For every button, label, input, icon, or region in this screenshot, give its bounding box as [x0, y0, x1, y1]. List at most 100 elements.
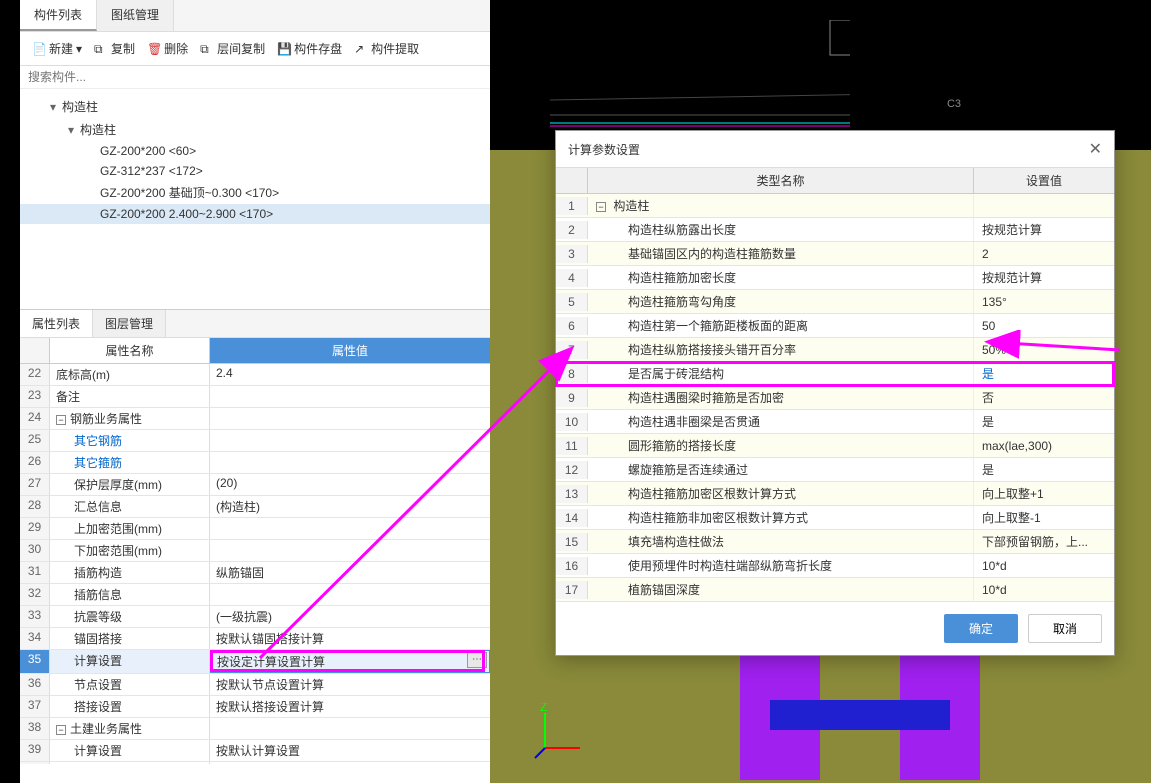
param-row[interactable]: 6构造柱第一个箍筋距楼板面的距离50 [556, 314, 1114, 338]
param-value[interactable]: 向上取整+1 [974, 482, 1114, 505]
param-row[interactable]: 3基础锚固区内的构造柱箍筋数量2 [556, 242, 1114, 266]
property-value[interactable] [210, 718, 490, 739]
dialog-grid-body[interactable]: 1− 构造柱2构造柱纵筋露出长度按规范计算3基础锚固区内的构造柱箍筋数量24构造… [556, 194, 1114, 602]
param-value[interactable]: 是 [974, 410, 1114, 433]
expand-icon[interactable]: − [56, 725, 66, 735]
param-row[interactable]: 17植筋锚固深度10*d [556, 578, 1114, 602]
tree-leaf[interactable]: GZ-200*200 基础顶~0.300 <170> [20, 181, 490, 204]
tab-layer-mgmt[interactable]: 图层管理 [93, 310, 166, 337]
property-row[interactable]: 37搭接设置按默认搭接设置计算 [20, 696, 490, 718]
tree-root[interactable]: ▾构造柱 [20, 95, 490, 118]
param-row[interactable]: 14构造柱箍筋非加密区根数计算方式向上取整-1 [556, 506, 1114, 530]
param-value[interactable]: 2 [974, 244, 1114, 264]
property-row[interactable]: 32插筋信息 [20, 584, 490, 606]
tab-properties[interactable]: 属性列表 [20, 310, 93, 337]
param-value[interactable]: 否 [974, 386, 1114, 409]
param-row[interactable]: 1− 构造柱 [556, 194, 1114, 218]
cancel-button[interactable]: 取消 [1028, 614, 1102, 643]
property-row[interactable]: 40计算规则按默认计算规则 [20, 762, 490, 764]
property-value[interactable] [210, 430, 490, 451]
param-value[interactable]: max(lae,300) [974, 436, 1114, 456]
property-row[interactable]: 31插筋构造纵筋锚固 [20, 562, 490, 584]
property-row[interactable]: 28汇总信息(构造柱) [20, 496, 490, 518]
delete-button[interactable]: 🗑删除 [143, 38, 192, 59]
property-row[interactable]: 25其它钢筋 [20, 430, 490, 452]
property-value[interactable]: 按默认计算规则 [210, 762, 490, 764]
param-row[interactable]: 8是否属于砖混结构是 [556, 362, 1114, 386]
param-row[interactable]: 16使用预埋件时构造柱端部纵筋弯折长度10*d [556, 554, 1114, 578]
tree-sub[interactable]: ▾构造柱 [20, 118, 490, 141]
property-row[interactable]: 29上加密范围(mm) [20, 518, 490, 540]
param-row[interactable]: 2构造柱纵筋露出长度按规范计算 [556, 218, 1114, 242]
save-button[interactable]: 💾构件存盘 [273, 38, 346, 59]
axis-gizmo[interactable]: Z [530, 703, 590, 763]
property-row[interactable]: 33抗震等级(一级抗震) [20, 606, 490, 628]
property-row[interactable]: 38−土建业务属性 [20, 718, 490, 740]
param-value[interactable]: 50% [974, 340, 1114, 360]
property-value[interactable]: 按默认节点设置计算 [210, 674, 490, 695]
tree-leaf[interactable]: GZ-312*237 <172> [20, 161, 490, 181]
ellipsis-button[interactable]: ⋯ [467, 652, 487, 668]
param-row[interactable]: 15填充墙构造柱做法下部预留钢筋，上... [556, 530, 1114, 554]
param-row[interactable]: 10构造柱遇非圈梁是否贯通是 [556, 410, 1114, 434]
param-value[interactable] [974, 203, 1114, 209]
expand-icon[interactable]: − [56, 415, 66, 425]
property-row[interactable]: 35计算设置按设定计算设置计算⋯ [20, 650, 490, 674]
param-value[interactable]: 10*d [974, 580, 1114, 600]
extract-button[interactable]: ↗构件提取 [350, 38, 423, 59]
tree-leaf[interactable]: GZ-200*200 <60> [20, 141, 490, 161]
close-icon[interactable]: ✕ [1089, 139, 1102, 159]
property-value[interactable]: (20) [210, 474, 490, 495]
property-value[interactable] [210, 518, 490, 539]
property-row[interactable]: 24−钢筋业务属性 [20, 408, 490, 430]
new-button[interactable]: 📄新建 ▾ [28, 38, 86, 59]
param-row[interactable]: 13构造柱箍筋加密区根数计算方式向上取整+1 [556, 482, 1114, 506]
tab-component-list[interactable]: 构件列表 [20, 0, 97, 31]
param-value[interactable]: 按规范计算 [974, 218, 1114, 241]
ok-button[interactable]: 确定 [944, 614, 1018, 643]
property-value[interactable]: (一级抗震) [210, 606, 490, 627]
param-row[interactable]: 9构造柱遇圈梁时箍筋是否加密否 [556, 386, 1114, 410]
property-row[interactable]: 30下加密范围(mm) [20, 540, 490, 562]
property-row[interactable]: 39计算设置按默认计算设置 [20, 740, 490, 762]
model-beam[interactable] [770, 700, 950, 730]
tree-leaf-selected[interactable]: GZ-200*200 2.400~2.900 <170> [20, 204, 490, 224]
property-value[interactable] [210, 452, 490, 473]
layercopy-button[interactable]: ⧉层间复制 [196, 38, 269, 59]
property-value[interactable]: (构造柱) [210, 496, 490, 517]
property-row[interactable]: 22底标高(m)2.4 [20, 364, 490, 386]
param-row[interactable]: 4构造柱箍筋加密长度按规范计算 [556, 266, 1114, 290]
property-value[interactable]: 按默认计算设置 [210, 740, 490, 761]
param-value[interactable]: 按规范计算 [974, 266, 1114, 289]
property-value[interactable]: 按默认搭接设置计算 [210, 696, 490, 717]
param-value[interactable]: 135° [974, 292, 1114, 312]
param-value[interactable]: 向上取整-1 [974, 506, 1114, 529]
property-row[interactable]: 23备注 [20, 386, 490, 408]
param-value[interactable]: 是 [974, 362, 1114, 385]
param-value[interactable]: 10*d [974, 556, 1114, 576]
property-value[interactable]: 纵筋锚固 [210, 562, 490, 583]
property-value[interactable] [210, 540, 490, 561]
param-row[interactable]: 12螺旋箍筋是否连续通过是 [556, 458, 1114, 482]
param-row[interactable]: 11圆形箍筋的搭接长度max(lae,300) [556, 434, 1114, 458]
property-value[interactable] [210, 386, 490, 407]
property-value[interactable]: 按设定计算设置计算⋯ [210, 650, 490, 673]
param-row[interactable]: 5构造柱箍筋弯勾角度135° [556, 290, 1114, 314]
search-input[interactable] [20, 66, 490, 89]
property-table[interactable]: 22底标高(m)2.423备注24−钢筋业务属性25其它钢筋26其它箍筋27保护… [20, 364, 490, 764]
property-value[interactable] [210, 408, 490, 429]
property-value[interactable]: 2.4 [210, 364, 490, 385]
property-row[interactable]: 26其它箍筋 [20, 452, 490, 474]
param-value[interactable]: 是 [974, 458, 1114, 481]
param-value[interactable]: 下部预留钢筋，上... [974, 530, 1114, 553]
param-row[interactable]: 7构造柱纵筋搭接接头错开百分率50% [556, 338, 1114, 362]
copy-button[interactable]: ⧉复制 [90, 38, 139, 59]
property-value[interactable]: 按默认锚固搭接计算 [210, 628, 490, 649]
param-value[interactable]: 50 [974, 316, 1114, 336]
property-row[interactable]: 27保护层厚度(mm)(20) [20, 474, 490, 496]
property-row[interactable]: 36节点设置按默认节点设置计算 [20, 674, 490, 696]
tab-drawing-mgmt[interactable]: 图纸管理 [97, 0, 174, 31]
property-value[interactable] [210, 584, 490, 605]
property-row[interactable]: 34锚固搭接按默认锚固搭接计算 [20, 628, 490, 650]
expand-icon[interactable]: − [596, 202, 606, 212]
